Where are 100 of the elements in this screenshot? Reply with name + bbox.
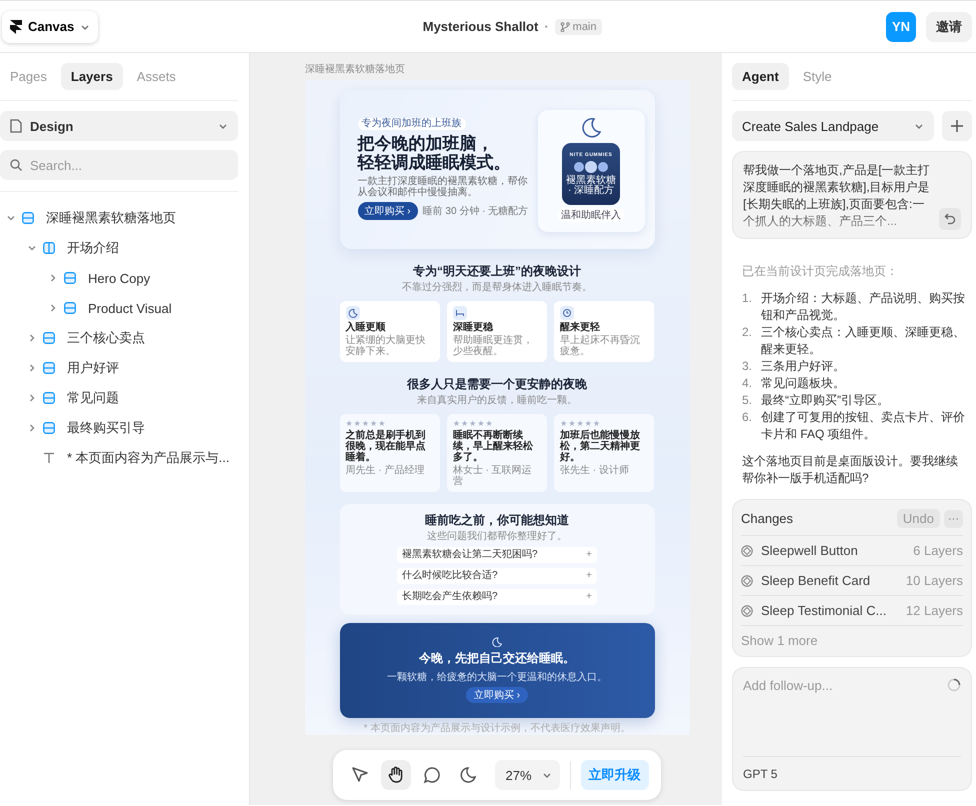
branch-icon <box>560 22 570 32</box>
step-text: 三条用户好评。 <box>761 358 845 375</box>
stack-icon <box>43 242 55 254</box>
search-field[interactable]: Search... <box>30 150 228 180</box>
card-title: 醒来更轻 <box>560 322 602 333</box>
expand-toggle[interactable]: + <box>586 548 592 561</box>
bed-icon <box>452 306 467 320</box>
clock-icon <box>560 306 574 320</box>
component-icon <box>741 544 753 556</box>
section-subtitle: 来自真实用户的反馈，睡前吃一颗。 <box>417 394 577 406</box>
cta-subtitle: 一颗软糖，给疲惫的大脑一个更温和的休息入口。 <box>387 670 607 684</box>
frame-icon <box>64 272 76 284</box>
section-subtitle: 这些问题我们都帮你整理好了。 <box>427 530 567 542</box>
card-text: 早上起床不再昏沉疲惫。 <box>560 334 642 357</box>
logo-icon <box>10 20 22 34</box>
review-quote: 之前总是刷手机到很晚，现在能早点睡着。 <box>346 430 426 463</box>
panel-tab[interactable]: Agent <box>732 63 789 90</box>
new-thread-button[interactable] <box>942 111 972 141</box>
layer-item[interactable]: 最终购买引导 <box>0 413 238 443</box>
more-button[interactable]: ··· <box>944 510 963 528</box>
search-box[interactable]: Search... <box>0 150 238 180</box>
frame-icon <box>43 362 55 374</box>
comment-icon <box>422 765 442 785</box>
hero-badge: 专为夜间加班的上班族 <box>358 118 466 130</box>
hero-description: 一款主打深度睡眠的褪黑素软糖，帮你从会议和邮件中慢慢抽离。 <box>358 176 528 198</box>
spinner-icon <box>947 678 961 692</box>
step-number: 5. <box>742 392 754 409</box>
gummies-icon <box>573 161 609 173</box>
faq-item[interactable]: 长期吃会产生依赖吗? + <box>397 588 597 605</box>
step-text: 常见问题板块。 <box>761 375 845 392</box>
prompt-text: 帮我做一个落地页,产品是[一款主打深度睡眠的褪黑素软糖],目标用户是[长期失眠的上班族],页面要包含:一个抓人的大标题、产品三个... <box>743 162 931 230</box>
card-text: 帮助睡眠更连贯，少些夜醒。 <box>452 334 534 357</box>
change-item[interactable]: Sleep Testimonial C... 12 Layers <box>741 596 963 626</box>
star-rating: ★★★★★ <box>452 418 494 428</box>
step-number: 2. <box>742 324 754 341</box>
invite-button[interactable]: 邀请 <box>926 12 972 42</box>
layer-item[interactable]: 用户好评 <box>0 353 238 383</box>
changes-title: Changes <box>741 511 794 526</box>
footnote: * 本页面内容为产品展示与设计示例，不代表医疗效果声明。 <box>362 722 632 735</box>
follow-up-field[interactable]: Add follow-up... <box>743 678 947 693</box>
layer-item[interactable]: 深睡褪黑素软糖落地页 <box>0 203 238 233</box>
faq-item[interactable]: 褪黑素软糖会让第二天犯困吗? + <box>397 546 597 563</box>
step-text: 开场介绍：大标题、产品说明、购买按钮和产品视觉。 <box>761 290 966 324</box>
frame-icon <box>43 392 55 404</box>
buy-button[interactable]: 立即购买 › <box>358 202 418 220</box>
hand-tool[interactable] <box>381 760 412 790</box>
model-selector[interactable]: GPT 5 <box>743 756 961 790</box>
layer-item[interactable]: 三个核心卖点 <box>0 323 238 353</box>
separator-dot: · <box>544 19 549 34</box>
change-item[interactable]: Sleepwell Button 6 Layers <box>741 536 963 566</box>
file-title: Mysterious Shallot <box>422 19 538 34</box>
frame-icon <box>22 212 34 224</box>
star-rating: ★★★★★ <box>346 418 386 428</box>
buy-button[interactable]: 立即购买 › <box>466 687 528 704</box>
hero-headline: 把今晚的加班脑， 轻轻调成睡眠模式。 <box>358 134 512 172</box>
page-dropdown[interactable]: Design <box>0 111 238 141</box>
landing-page-frame[interactable] <box>304 80 690 735</box>
page-icon <box>10 119 22 133</box>
revert-button[interactable] <box>939 208 961 230</box>
thread-dropdown[interactable]: Create Sales Landpage <box>732 111 934 141</box>
step-number: 1. <box>742 290 754 307</box>
step-text: 创建了可复用的按钮、卖点卡片、评价卡片和 FAQ 项组件。 <box>761 409 966 443</box>
card-title: 入睡更顺 <box>346 322 386 333</box>
section-title: 很多人只是需要一个更安静的夜晚 <box>407 376 587 393</box>
step-text: 三个核心卖点：入睡更顺、深睡更稳、醒来更轻。 <box>761 324 966 358</box>
hero-meta: 睡前 30 分钟 · 无糖配方 <box>422 204 528 218</box>
expand-toggle[interactable]: + <box>586 590 592 603</box>
step-number: 4. <box>742 375 754 392</box>
frame-icon <box>43 332 55 344</box>
undo-icon <box>944 213 956 225</box>
zoom-dropdown[interactable]: 27% <box>495 760 560 790</box>
layer-item[interactable]: 常见问题 <box>0 383 238 413</box>
card-title: 深睡更稳 <box>452 322 494 333</box>
expand-toggle[interactable]: + <box>586 570 592 582</box>
review-author: 周先生 · 产品经理 <box>346 464 426 476</box>
faq-item[interactable]: 什么时候吃比较合适? + <box>397 568 597 584</box>
change-item[interactable]: Sleep Benefit Card 10 Layers <box>741 566 963 596</box>
layer-item[interactable]: Hero Copy <box>0 263 238 293</box>
section-title: 睡前吃之前，你可能想知道 <box>425 512 569 529</box>
step-number: 6. <box>742 409 754 426</box>
layer-item[interactable]: Product Visual <box>0 293 238 323</box>
layer-item[interactable]: 开场介绍 <box>0 233 238 263</box>
plus-icon <box>950 119 964 133</box>
frame-icon <box>43 422 55 434</box>
section-subtitle: 不靠过分强烈，而是帮身体进入睡眠节奏。 <box>402 282 592 293</box>
reply-intro: 已在当前设计页完成落地页： <box>742 263 899 280</box>
review-quote: 睡眠不再断断续续，早上醒来轻松多了。 <box>452 430 534 463</box>
layer-item[interactable]: * 本页面内容为产品展示与... <box>0 443 238 473</box>
component-icon <box>741 574 753 586</box>
product-tag: 温和助眠伴入 <box>558 208 624 222</box>
panel-tab[interactable]: Layers <box>60 63 123 90</box>
step-text: 最终“立即购买”引导区。 <box>761 392 889 409</box>
step-number: 3. <box>742 358 754 375</box>
review-author: 张先生 · 设计师 <box>560 464 630 476</box>
text-icon <box>43 452 55 464</box>
reply-question: 这个落地页目前是桌面版设计。要我继续帮你补一版手机适配吗? <box>742 453 959 487</box>
star-rating: ★★★★★ <box>560 418 602 428</box>
review-quote: 加班后也能慢慢放松，第二天精神更好。 <box>560 430 642 463</box>
project-menu[interactable]: Canvas <box>2 10 98 42</box>
search-icon <box>10 159 22 171</box>
